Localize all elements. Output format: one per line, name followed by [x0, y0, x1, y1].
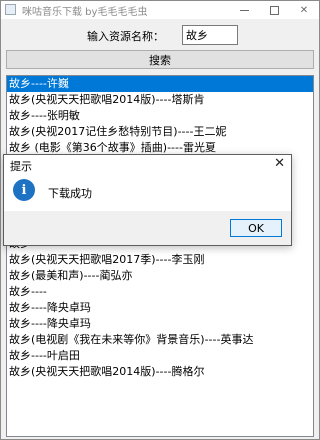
search-input[interactable]	[182, 25, 238, 45]
maximize-icon	[269, 5, 279, 15]
window-title: 咪咕音乐下载 by毛毛毛毛虫	[22, 7, 148, 18]
app-icon	[5, 4, 16, 15]
ok-button[interactable]: OK	[230, 219, 282, 237]
dialog-footer: OK	[4, 211, 291, 245]
minimize-button[interactable]	[229, 1, 259, 19]
list-item[interactable]: 故乡(央视天天把歌唱2014版)----腾格尔	[7, 364, 313, 380]
maximize-button[interactable]	[259, 1, 289, 19]
minimize-icon	[239, 9, 249, 11]
info-icon: i	[13, 179, 35, 201]
dialog-title-bar[interactable]: 提示 ✕	[4, 155, 291, 174]
list-item[interactable]: 故乡(央视2017记住乡愁特别节目)----王二妮	[7, 124, 313, 140]
results-list[interactable]: 故乡----许巍 故乡(央视天天把歌唱2014版)----塔斯肯 故乡----张明敏…	[6, 75, 314, 437]
search-button[interactable]: 搜索	[6, 50, 314, 69]
list-item[interactable]: 故乡----张明敏	[7, 108, 313, 124]
close-button[interactable]: ✕	[289, 1, 319, 19]
dialog-message: 下载成功	[48, 187, 92, 200]
list-item[interactable]: 故乡----许巍	[7, 76, 313, 92]
list-item[interactable]: 故乡----	[7, 284, 313, 300]
dialog-body: i 下载成功	[4, 174, 291, 210]
list-item[interactable]: 故乡----降央卓玛	[7, 300, 313, 316]
dialog-title: 提示	[10, 160, 32, 173]
list-item[interactable]: 故乡(电视剧《我在未来等你》背景音乐)----英事达	[7, 332, 313, 348]
search-row: 输入资源名称：	[1, 25, 319, 45]
list-item[interactable]: 故乡----叶启田	[7, 348, 313, 364]
list-item[interactable]: 故乡(央视天天把歌唱2017季)----李玉刚	[7, 252, 313, 268]
list-item[interactable]: 故乡----降央卓玛	[7, 316, 313, 332]
dialog-close-icon[interactable]: ✕	[274, 156, 285, 171]
search-label: 输入资源名称：	[87, 30, 164, 43]
message-dialog: 提示 ✕ i 下载成功 OK	[3, 154, 292, 246]
title-bar[interactable]: 咪咕音乐下载 by毛毛毛毛虫 ✕	[1, 1, 319, 19]
list-item[interactable]: 故乡(央视天天把歌唱2014版)----塔斯肯	[7, 92, 313, 108]
close-icon: ✕	[299, 4, 309, 16]
list-item[interactable]: 故乡(最美和声)----蔺弘亦	[7, 268, 313, 284]
app-window: 咪咕音乐下载 by毛毛毛毛虫 ✕ 输入资源名称： 搜索 故乡----许巍故乡(央…	[0, 0, 320, 440]
